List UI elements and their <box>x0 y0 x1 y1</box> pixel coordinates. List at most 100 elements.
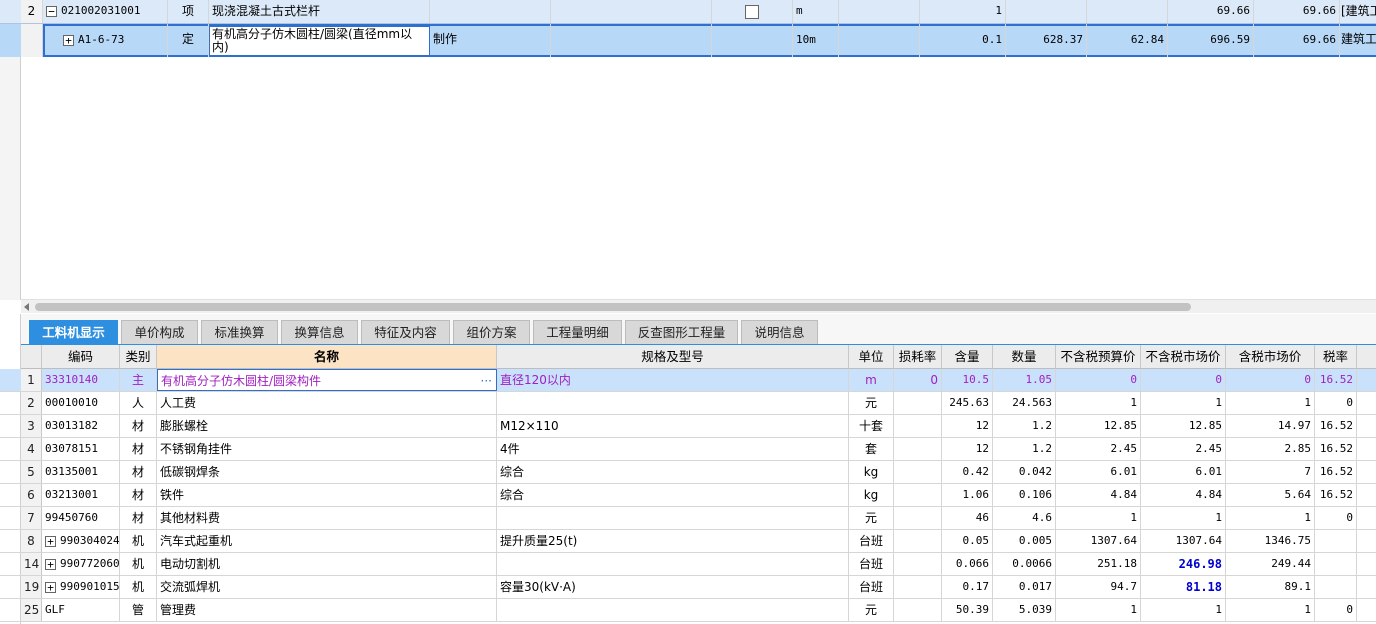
horizontal-scrollbar[interactable] <box>21 299 1376 313</box>
quantity-cell[interactable]: 1.05 <box>993 369 1056 391</box>
quantity-cell[interactable]: 4.6 <box>993 507 1056 529</box>
table-row[interactable]: 3 03013182 材 膨胀螺栓 M12×110 十套 12 1.2 12.85 12.85 14… <box>0 415 1376 438</box>
tab-features-content[interactable]: 特征及内容 <box>361 320 450 344</box>
pretax-market-price-cell[interactable]: 12.85 <box>1141 415 1226 437</box>
table-row[interactable]: 14 +990772060 机电动切割机 台班 0.066 0.0066 251.18 246… <box>0 553 1376 576</box>
table-row[interactable]: 7 99450760 材 其他材料费 元 46 4.6 1 1 1 0 <box>0 507 1376 530</box>
pretax-market-price-cell[interactable]: 1 <box>1141 392 1226 414</box>
spec-cell[interactable]: M12×110 <box>497 415 849 437</box>
name-cell[interactable]: 汽车式起重机 <box>157 530 497 552</box>
content-cell[interactable]: 10.5 <box>942 369 993 391</box>
content-cell[interactable]: 12 <box>942 438 993 460</box>
table-row[interactable]: 4 03078151 材 不锈钢角挂件 4件 套 12 1.2 2.45 2.45 2.85 16.5… <box>0 438 1376 461</box>
expand-icon[interactable]: + <box>45 558 56 570</box>
tab-labor-material-machine[interactable]: 工料机显示 <box>29 320 118 344</box>
header-tax-rate[interactable]: 税率 <box>1315 345 1357 369</box>
table-row-selected[interactable]: 1 33310140 主 有机高分子仿木圆柱/圆梁构件 ··· 直径120以内 m 0 10.5… <box>0 369 1376 392</box>
content-cell[interactable]: 245.63 <box>942 392 993 414</box>
row-checkbox[interactable] <box>745 4 759 19</box>
pretax-market-price-cell[interactable]: 4.84 <box>1141 484 1226 506</box>
name-cell[interactable]: 电动切割机 <box>157 553 497 575</box>
tab-standard-conversion[interactable]: 标准换算 <box>201 320 278 344</box>
quantity-cell[interactable]: 24.563 <box>993 392 1056 414</box>
tab-pricing-scheme[interactable]: 组价方案 <box>453 320 530 344</box>
spec-cell[interactable]: 容量30(kV·A) <box>497 576 849 598</box>
spec-cell[interactable] <box>497 392 849 414</box>
content-cell[interactable]: 1.06 <box>942 484 993 506</box>
header-loss-rate[interactable]: 损耗率 <box>894 345 942 369</box>
expand-icon[interactable]: + <box>45 581 56 593</box>
expand-icon[interactable]: + <box>45 535 56 547</box>
quantity-cell[interactable]: 0.106 <box>993 484 1056 506</box>
scrollbar-thumb[interactable] <box>35 303 1191 311</box>
spec-cell[interactable]: 4件 <box>497 438 849 460</box>
header-type[interactable]: 类别 <box>120 345 157 369</box>
content-cell[interactable]: 0.17 <box>942 576 993 598</box>
name-cell[interactable]: 人工费 <box>157 392 497 414</box>
header-pretax-budget-price[interactable]: 不含税预算价 <box>1056 345 1141 369</box>
quantity-cell[interactable]: 5.039 <box>993 599 1056 621</box>
quantity-cell[interactable]: 1.2 <box>993 415 1056 437</box>
content-cell[interactable]: 50.39 <box>942 599 993 621</box>
tab-quantity-detail[interactable]: 工程量明细 <box>533 320 622 344</box>
tab-description-info[interactable]: 说明信息 <box>741 320 818 344</box>
spec-cell[interactable] <box>497 507 849 529</box>
header-unit[interactable]: 单位 <box>849 345 894 369</box>
spec-cell[interactable]: 提升质量25(t) <box>497 530 849 552</box>
pretax-market-price-cell[interactable]: 1307.64 <box>1141 530 1226 552</box>
table-row[interactable]: 6 03213001 材 铁件 综合 kg 1.06 0.106 4.84 4.84 5.64 16.… <box>0 484 1376 507</box>
content-cell[interactable]: 46 <box>942 507 993 529</box>
quantity-cell[interactable]: 0.042 <box>993 461 1056 483</box>
name-cell[interactable]: 现浇混凝土古式栏杆 <box>209 0 430 23</box>
ellipsis-button[interactable]: ··· <box>481 370 492 390</box>
content-cell[interactable]: 12 <box>942 415 993 437</box>
header-quantity[interactable]: 数量 <box>993 345 1056 369</box>
expand-icon[interactable]: + <box>63 34 74 46</box>
table-row[interactable]: 2 00010010 人 人工费 元 245.63 24.563 1 1 1 0 <box>0 392 1376 415</box>
name-cell[interactable]: 不锈钢角挂件 <box>157 438 497 460</box>
spec-cell[interactable]: 综合 <box>497 484 849 506</box>
header-code[interactable]: 编码 <box>42 345 120 369</box>
name-cell[interactable]: 其他材料费 <box>157 507 497 529</box>
collapse-icon[interactable]: − <box>46 5 57 17</box>
pretax-market-price-cell[interactable]: 0 <box>1141 369 1226 391</box>
content-cell[interactable]: 0.066 <box>942 553 993 575</box>
content-cell[interactable]: 0.42 <box>942 461 993 483</box>
table-row[interactable]: 5 03135001 材 低碳钢焊条 综合 kg 0.42 0.042 6.01 6.01 7 16.… <box>0 461 1376 484</box>
pretax-market-price-cell[interactable]: 1 <box>1141 507 1226 529</box>
scroll-left-arrow[interactable] <box>24 303 29 311</box>
name-cell[interactable]: 有机高分子仿木圆柱/圆梁构件 ··· <box>157 369 497 391</box>
name-cell[interactable]: 交流弧焊机 <box>157 576 497 598</box>
header-spec[interactable]: 规格及型号 <box>497 345 849 369</box>
header-taxed-market-price[interactable]: 含税市场价 <box>1226 345 1315 369</box>
pretax-market-price-cell[interactable]: 246.98 <box>1141 553 1226 575</box>
content-cell[interactable]: 0.05 <box>942 530 993 552</box>
pretax-market-price-cell[interactable]: 81.18 <box>1141 576 1226 598</box>
top-row[interactable]: 2 −021002031001 项 现浇混凝土古式栏杆 m 1 69.66 69… <box>0 0 1376 24</box>
name-cell-editing[interactable]: 有机高分子仿木圆柱/圆梁(直径mm以内) 120 <box>209 26 430 56</box>
tab-reverse-graphic-quantity[interactable]: 反查图形工程量 <box>625 320 738 344</box>
quantity-cell[interactable]: 0.0066 <box>993 553 1056 575</box>
top-row-selected[interactable]: + A1-6-73 定 有机高分子仿木圆柱/圆梁(直径mm以内) 120 制作 1… <box>0 24 1376 57</box>
spec-cell[interactable] <box>497 553 849 575</box>
name-cell[interactable]: 管理费 <box>157 599 497 621</box>
spec-cell[interactable]: 直径120以内 <box>497 369 849 391</box>
tab-unit-price-composition[interactable]: 单价构成 <box>121 320 198 344</box>
pretax-market-price-cell[interactable]: 6.01 <box>1141 461 1226 483</box>
quantity-cell[interactable]: 0.005 <box>993 530 1056 552</box>
pretax-market-price-cell[interactable]: 2.45 <box>1141 438 1226 460</box>
spec-cell[interactable] <box>497 599 849 621</box>
quantity-cell[interactable]: 1.2 <box>993 438 1056 460</box>
tab-conversion-info[interactable]: 换算信息 <box>281 320 358 344</box>
table-row[interactable]: 8 +990304024 机 汽车式起重机 提升质量25(t) 台班 0.05 0.005 13… <box>0 530 1376 553</box>
table-row[interactable]: 19 +990901015 机交流弧焊机 容量30(kV·A) 台班 0.17 0.017 9… <box>0 576 1376 599</box>
name-cell[interactable]: 低碳钢焊条 <box>157 461 497 483</box>
header-name[interactable]: 名称 <box>157 345 497 369</box>
header-content[interactable]: 含量 <box>942 345 993 369</box>
quantity-cell[interactable]: 0.017 <box>993 576 1056 598</box>
spec-cell[interactable]: 综合 <box>497 461 849 483</box>
table-row[interactable]: 25 GLF 管 管理费 元 50.39 5.039 1 1 1 0 <box>0 599 1376 622</box>
header-pretax-market-price[interactable]: 不含税市场价 <box>1141 345 1226 369</box>
name-cell[interactable]: 铁件 <box>157 484 497 506</box>
name-cell[interactable]: 膨胀螺栓 <box>157 415 497 437</box>
